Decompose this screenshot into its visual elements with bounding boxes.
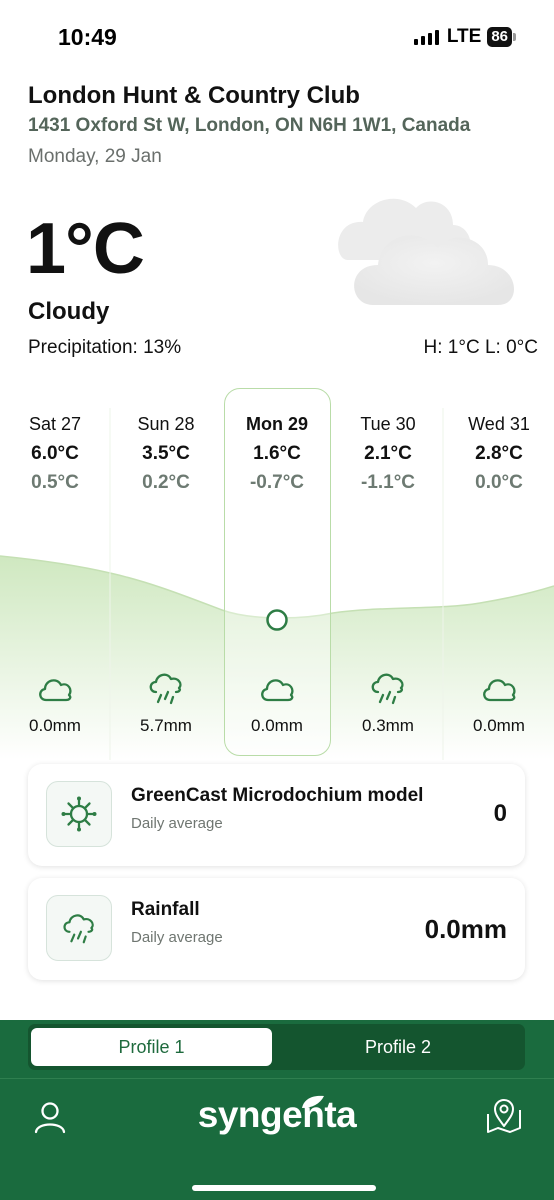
day-label: Wed 31 <box>468 414 530 434</box>
forecast-day-sat[interactable]: Sat 27 6.0°C 0.5°C 0.0mm <box>0 388 110 760</box>
logo-leaf-icon <box>302 1095 324 1108</box>
signal-icon <box>413 30 439 45</box>
cloud-icon <box>39 679 72 702</box>
tab-profile-2[interactable]: Profile 2 <box>274 1028 522 1066</box>
day-rainfall: 5.7mm <box>140 716 192 735</box>
battery-icon: 86 <box>487 27 516 47</box>
cloud-icon <box>261 679 294 702</box>
day-low-temp: 0.5°C <box>31 472 79 493</box>
rain-icon <box>149 673 182 705</box>
rain-cloud-icon <box>46 895 112 961</box>
map-pin-icon[interactable] <box>484 1096 524 1136</box>
forecast-day-mon[interactable]: Mon 29 1.6°C -0.7°C 0.0mm <box>222 388 332 760</box>
profile-tabs: Profile 1 Profile 2 <box>28 1024 525 1070</box>
card-subtitle: Daily average <box>131 815 223 832</box>
card-title: GreenCast Microdochium model <box>131 785 424 806</box>
card-subtitle: Daily average <box>131 929 223 946</box>
syngenta-logo: syngenta <box>197 1094 357 1135</box>
day-rainfall: 0.0mm <box>29 716 81 735</box>
forecast-day-sun[interactable]: Sun 28 3.5°C 0.2°C 5.7mm <box>111 388 221 760</box>
battery-level: 86 <box>487 27 512 47</box>
day-low-temp: -0.7°C <box>249 472 305 493</box>
day-low-temp: 0.2°C <box>142 472 190 493</box>
divider <box>0 1078 554 1079</box>
day-low-temp: 0.0°C <box>475 472 523 493</box>
status-indicators: LTE 86 <box>413 26 516 48</box>
day-high-temp: 1.6°C <box>253 443 301 464</box>
current-date: Monday, 29 Jan <box>28 146 162 167</box>
current-temperature: 1°C <box>26 209 145 289</box>
day-rainfall: 0.0mm <box>251 716 303 735</box>
microdochium-card[interactable]: GreenCast Microdochium model Daily avera… <box>28 764 525 866</box>
day-label: Tue 30 <box>360 414 416 434</box>
daily-forecast-strip: Sat 27 6.0°C 0.5°C 0.0mm Sun 28 3.5°C 0.… <box>0 388 554 760</box>
day-high-temp: 6.0°C <box>31 443 79 464</box>
day-low-temp: -1.1°C <box>360 472 416 493</box>
day-label: Mon 29 <box>245 414 308 434</box>
day-high-temp: 3.5°C <box>142 443 190 464</box>
card-value: 0 <box>493 800 507 827</box>
day-label: Sun 28 <box>137 414 195 434</box>
cloudy-weather-icon <box>338 198 515 305</box>
cloud-icon <box>483 679 516 702</box>
status-time: 10:49 <box>58 24 117 50</box>
forecast-day-wed[interactable]: Wed 31 2.8°C 0.0°C 0.0mm <box>444 388 554 760</box>
rain-icon <box>371 673 404 705</box>
network-type: LTE <box>446 26 482 47</box>
forecast-day-tue[interactable]: Tue 30 2.1°C -1.1°C 0.3mm <box>333 388 443 760</box>
precipitation-chance: Precipitation: 13% <box>28 337 182 358</box>
home-indicator <box>192 1185 376 1191</box>
tab-profile-1[interactable]: Profile 1 <box>31 1028 272 1066</box>
day-high-temp: 2.1°C <box>364 443 412 464</box>
virus-icon <box>46 781 112 847</box>
day-rainfall: 0.3mm <box>362 716 414 735</box>
card-title: Rainfall <box>131 899 200 920</box>
current-condition: Cloudy <box>28 298 110 325</box>
day-label: Sat 27 <box>28 414 82 434</box>
club-address: 1431 Oxford St W, London, ON N6H 1W1, Ca… <box>28 115 471 136</box>
day-rainfall: 0.0mm <box>473 716 525 735</box>
card-value: 0.0mm <box>424 914 507 944</box>
day-high-temp: 2.8°C <box>475 443 523 464</box>
club-name: London Hunt & Country Club <box>28 82 360 109</box>
high-low-temperature: H: 1°C L: 0°C <box>423 337 538 358</box>
rainfall-card[interactable]: Rainfall Daily average 0.0mm <box>28 878 525 980</box>
bottom-navigation: Profile 1 Profile 2 syngenta <box>0 1020 554 1200</box>
